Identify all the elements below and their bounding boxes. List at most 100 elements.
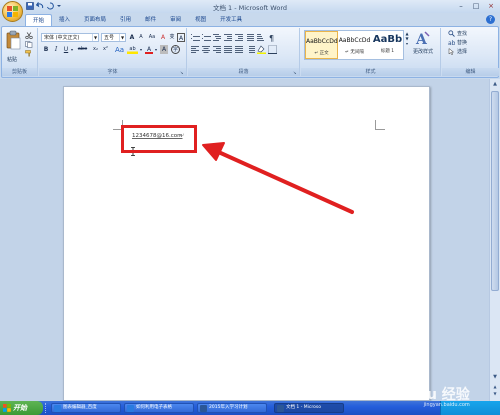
cut-icon[interactable] [25,32,33,40]
taskbar-item[interactable]: 图表编辑器_百度 [51,403,121,413]
borders-icon[interactable] [268,45,277,54]
bullets-icon[interactable] [191,33,200,42]
align-left-icon[interactable] [191,45,200,54]
increase-indent-icon[interactable] [235,33,244,42]
select-button[interactable]: 选择 [448,48,467,55]
character-shading-button[interactable]: A [160,45,168,54]
sort-icon[interactable] [257,33,266,42]
paragraph-dialog-launcher-icon[interactable]: ↘ [293,70,298,75]
taskbar-item-label: 2015年入学习计划 [209,405,248,410]
align-center-icon[interactable] [202,45,211,54]
scroll-up-icon[interactable]: ▲ [490,80,500,89]
underline-button[interactable]: U [62,45,70,54]
font-name-combo[interactable]: 宋体 (中文正文) ▼ [41,33,99,42]
enclose-char-circle-button[interactable]: 字 [171,45,180,54]
tab-view[interactable]: 视图 [188,14,213,26]
style-normal[interactable]: AaBbCcDd ↵ 正文 [305,31,338,59]
taskbar-item-active[interactable]: 文档 1 - Microso [274,403,344,413]
grow-font-button[interactable]: A [128,33,136,42]
start-button[interactable]: 开始 [0,401,43,415]
highlight-button[interactable]: ab [127,45,138,54]
replace-label: 替换 [457,40,468,46]
italic-button[interactable]: I [52,45,60,54]
document-page[interactable] [63,86,430,401]
tab-review[interactable]: 审阅 [163,14,188,26]
tab-developer[interactable]: 开发工具 [213,14,249,26]
phonetic-guide-button[interactable]: 变 [168,33,176,42]
help-icon[interactable]: ? [486,15,495,24]
shading-icon[interactable] [257,45,266,54]
chevron-down-icon[interactable]: ▼ [119,34,125,41]
scroll-down-icon[interactable]: ▼ [490,373,500,382]
show-marks-icon[interactable]: ¶ [268,33,277,43]
clear-formatting-button[interactable]: A [159,33,167,42]
bold-button[interactable]: B [42,45,50,54]
find-icon [448,30,455,37]
taskbar-item-label: 文档 1 - Microso [286,405,321,410]
style-heading-1[interactable]: AaBb 标题 1 [371,31,404,59]
svg-text:¶: ¶ [269,34,274,42]
style-name: 标题 1 [380,49,395,54]
find-button[interactable]: 查找 [448,30,467,37]
ribbon-tabs: 开始 插入 页面布局 引用 邮件 审阅 视图 开发工具 [25,14,249,26]
vertical-scrollbar[interactable]: ▲ ▼ ▲ ▼ [489,79,500,401]
svg-text:Aa: Aa [115,46,124,53]
office-button[interactable] [2,1,23,22]
font-name-value: 宋体 (中文正文) [44,35,80,41]
font-group-label: 字体 [39,68,186,76]
font-color-button[interactable]: A [145,45,153,54]
tab-page-layout[interactable]: 页面布局 [77,14,113,26]
close-button[interactable]: × [484,1,498,11]
maximize-button[interactable]: □ [469,1,483,11]
chevron-down-icon[interactable]: ▼ [92,34,98,41]
distributed-icon[interactable] [235,45,244,54]
text-effects-button[interactable]: Aa [114,45,125,54]
multilevel-list-icon[interactable] [213,33,222,42]
chevron-down-icon[interactable]: ▾ [154,45,158,54]
tab-references[interactable]: 引用 [113,14,138,26]
format-painter-icon[interactable] [25,50,33,57]
highlight-annotation-box [121,125,197,153]
browser-icon [54,405,61,412]
change-styles-button[interactable]: A 更改样式 [411,30,435,55]
change-case-button[interactable]: Aa [147,33,157,42]
superscript-button[interactable]: x² [101,45,110,54]
shrink-font-button[interactable]: A [137,33,145,42]
paragraph-group-label: 段落 [188,68,299,76]
styles-scroll[interactable]: ▲ ▼ ▾ [404,31,410,59]
align-right-icon[interactable] [213,45,222,54]
decrease-indent-icon[interactable] [224,33,233,42]
enclose-character-button[interactable]: A [177,33,185,42]
subscript-button[interactable]: x₂ [91,45,100,54]
style-no-spacing[interactable]: AaBbCcDd ↵ 无间隔 [338,31,371,59]
tab-mailings[interactable]: 邮件 [138,14,163,26]
taskbar-item[interactable]: 如何利用电子表格 [124,403,194,413]
scrollbar-thumb[interactable] [491,91,499,291]
chevron-down-icon[interactable]: ▾ [139,45,143,54]
styles-group-label: 样式 [301,68,440,76]
copy-icon[interactable] [25,41,33,48]
chinese-layout-icon[interactable] [246,33,255,42]
style-preview: AaBbCcDd [306,38,338,45]
justify-icon[interactable] [224,45,233,54]
next-page-icon[interactable]: ▼ [490,389,500,398]
strikethrough-button[interactable]: abe [76,45,89,54]
chevron-down-icon[interactable]: ▾ [70,45,74,54]
styles-gallery: AaBbCcDd ↵ 正文 AaBbCcDd ↵ 无间隔 AaBb 标题 1 ▲… [304,30,409,60]
tab-insert[interactable]: 插入 [52,14,77,26]
line-spacing-icon[interactable] [246,45,255,54]
paste-button[interactable] [5,30,22,52]
taskbar-item[interactable]: 2015年入学习计划 [197,403,267,413]
paste-label: 粘贴 [7,57,18,63]
font-size-combo[interactable]: 五号 ▼ [101,33,126,42]
tab-home[interactable]: 开始 [25,14,53,26]
font-dialog-launcher-icon[interactable]: ↘ [180,70,185,75]
paste-icon [6,30,21,50]
replace-icon: ab [448,40,455,46]
minimize-button[interactable]: – [454,1,468,11]
replace-button[interactable]: ab 替换 [448,39,467,46]
more-icon[interactable]: ▾ [404,41,410,46]
svg-text:ab: ab [448,40,455,46]
numbering-icon[interactable] [202,33,211,42]
watermark-brand: Baidu 经验 [392,387,470,403]
